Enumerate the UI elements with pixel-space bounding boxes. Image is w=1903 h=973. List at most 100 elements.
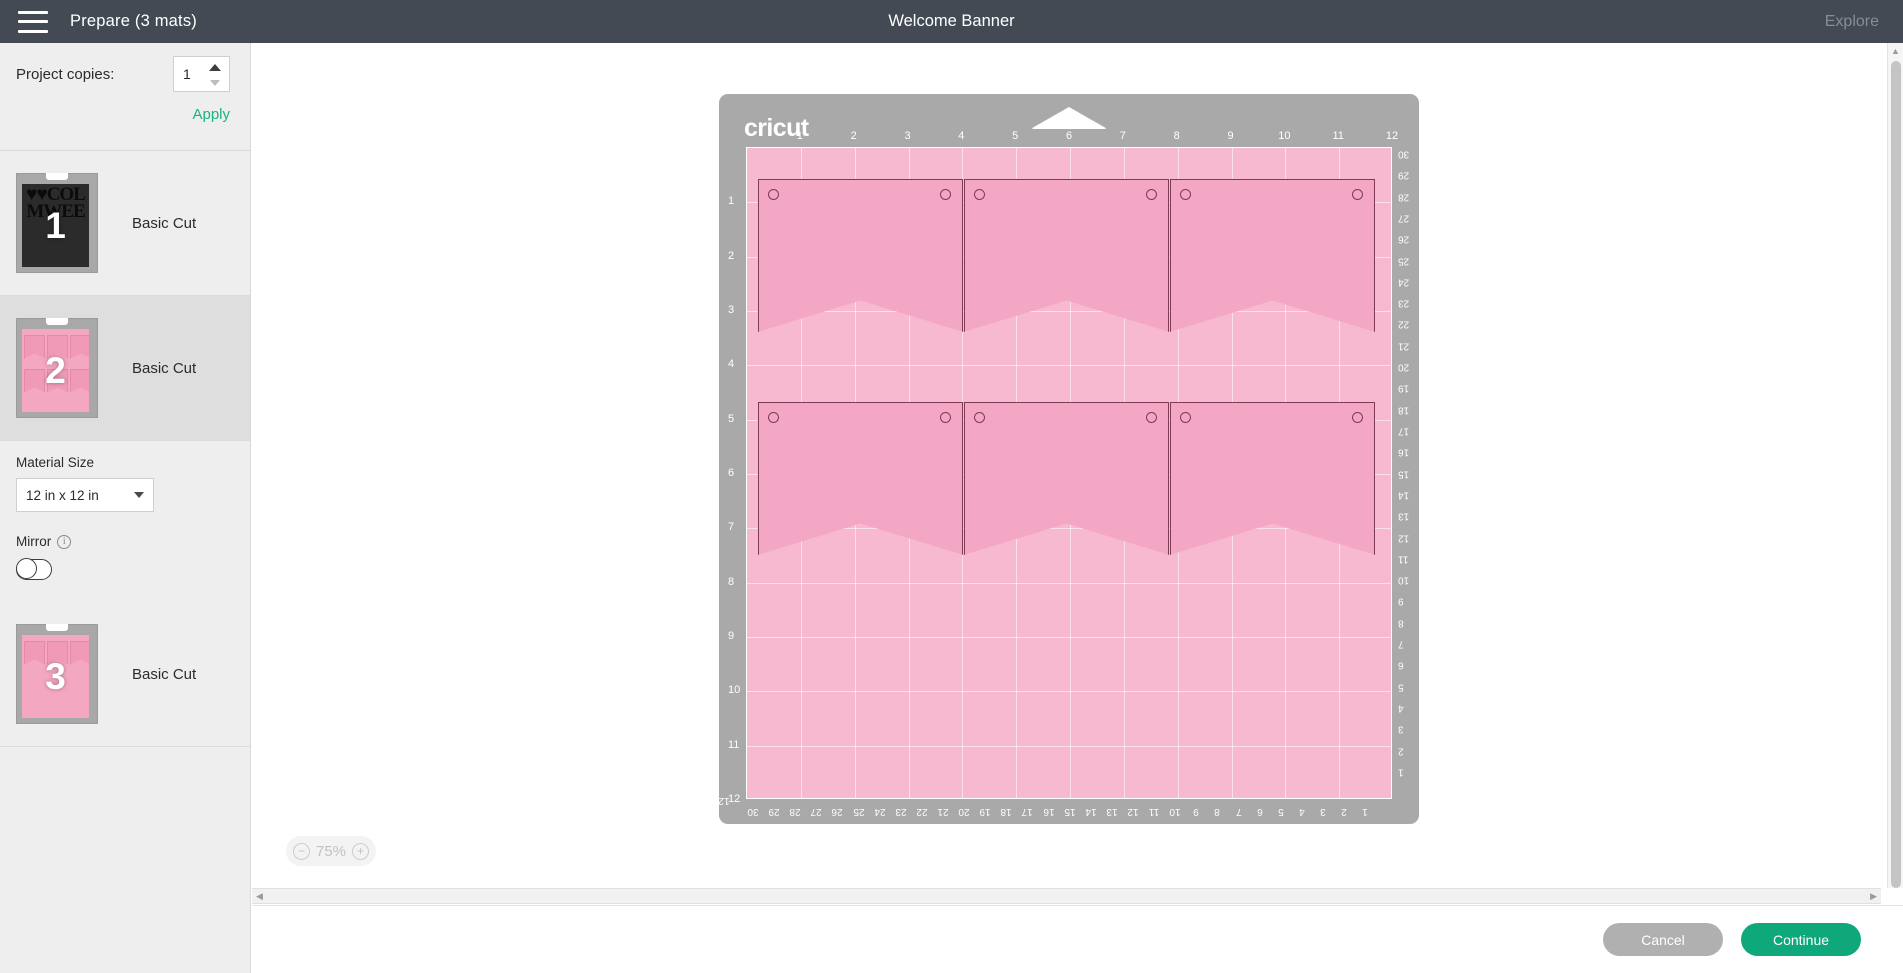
ruler-tick-bottom: 15 [1064,806,1076,817]
mat-list-item-3[interactable]: 3 Basic Cut [0,602,250,747]
sidebar: Project copies: 1 Apply ♥♥COL MWEE 1 Bas… [0,43,251,973]
ruler-tick-bottom: 4 [1299,806,1305,817]
pennant-5-hole-2 [1146,412,1157,423]
mat-list-item-2[interactable]: 2 Basic Cut [0,296,250,441]
ruler-tick-right: 22 [1398,318,1410,330]
mat-thumbnail-1[interactable]: ♥♥COL MWEE 1 [16,173,98,273]
minus-circle-icon[interactable]: − [292,842,310,860]
ruler-tick-top: 5 [1012,130,1019,142]
apply-button[interactable]: Apply [192,106,230,123]
ruler-tick-right: 20 [1398,361,1410,373]
ruler-tick-right: 30 [1398,148,1410,160]
mat-canvas[interactable]: cricut 1 2 3 4 5 6 7 8 9 10 11 12 1 2 3 4 5 6 7 8 9 10 11 12 3… [252,43,1891,888]
material-sheet[interactable] [746,147,1392,799]
mat-label-3: Basic Cut [132,665,197,683]
mat-list-item-1[interactable]: ♥♥COL MWEE 1 Basic Cut [0,151,250,296]
ruler-tick-right: 6 [1398,659,1404,671]
footer-actions: Cancel Continue [252,905,1903,973]
ruler-tick-right: 14 [1398,489,1410,501]
pennant-4-hole-2 [940,412,951,423]
ruler-tick-bottom: 11 [1148,806,1160,817]
scroll-left-icon[interactable]: ◀ [252,891,267,902]
ruler-tick-left: 10 [728,684,741,697]
scroll-thumb[interactable] [1890,61,1901,888]
chevron-down-icon[interactable] [210,79,220,86]
mat-number-2: 2 [45,350,66,391]
cutting-mat[interactable]: cricut 1 2 3 4 5 6 7 8 9 10 11 12 1 2 3 4 5 6 7 8 9 10 11 12 3… [718,94,1419,824]
horizontal-scrollbar[interactable]: ◀ ▶ [252,888,1881,904]
ruler-tick-bottom: 27 [810,806,822,817]
pennant-4[interactable] [758,402,963,555]
ruler-tick-bottom: 2 [1341,806,1347,817]
project-copies-value[interactable]: 1 [174,66,191,82]
mat-tab-shape [46,173,68,180]
toggle-knob [16,558,37,580]
ruler-tick-bottom: 19 [979,806,991,817]
vertical-scrollbar[interactable]: ▲ [1887,43,1903,888]
ruler-tick-bottom: 29 [768,806,780,817]
mirror-toggle[interactable] [16,558,52,580]
pennant-2[interactable] [964,179,1169,332]
pennant-3-hole-2 [1352,189,1363,200]
mat-thumbnail-2[interactable]: 2 [16,318,98,418]
continue-button[interactable]: Continue [1741,923,1861,956]
material-options: Material Size 12 in x 12 in Mirror i [0,441,250,603]
ruler-tick-bottom: 7 [1235,806,1242,817]
mat-thumbnail-3[interactable]: 3 [16,624,98,724]
ruler-tick-right: 13 [1398,510,1410,522]
ruler-tick-right: 21 [1398,340,1410,352]
plus-circle-icon[interactable]: + [352,842,370,860]
info-icon[interactable]: i [57,534,72,549]
cancel-button[interactable]: Cancel [1603,923,1723,956]
ruler-tick-top: 9 [1227,130,1234,142]
ruler-tick-right: 3 [1398,723,1404,735]
ruler-tick-bottom: 8 [1214,806,1221,817]
ruler-tick-right: 26 [1398,233,1410,245]
chevron-up-icon[interactable] [209,64,221,72]
ruler-tick-top: 6 [1065,130,1073,142]
ruler-tick-left: 8 [728,575,735,588]
ruler-tick-left: 4 [728,358,735,371]
ruler-tick-right: 4 [1398,702,1404,714]
ruler-tick-bottom: 1 [1362,806,1368,817]
scroll-up-icon[interactable]: ▲ [1891,43,1900,59]
ruler-tick-top: 4 [958,130,965,142]
project-copies-row: Project copies: 1 [0,43,250,106]
pennant-6[interactable] [1170,402,1375,555]
material-size-label: Material Size [16,455,95,470]
pennant-5[interactable] [964,402,1169,555]
pennant-1-hole-1 [768,189,779,200]
ruler-tick-left: 9 [728,630,735,642]
ruler-tick-bottom: 17 [1021,806,1033,817]
pennant-5-hole-1 [974,412,985,423]
zoom-control[interactable]: − 75% + [286,836,376,866]
ruler-tick-left: 3 [728,304,735,316]
explore-link[interactable]: Explore [1825,0,1879,43]
ruler-tick-right: 5 [1398,681,1404,693]
pennant-2-hole-2 [1146,189,1157,200]
ruler-tick-bottom: 28 [789,806,801,817]
ruler-tick-bottom: 12 [1127,806,1139,817]
ruler-tick-right: 9 [1398,595,1404,607]
apply-row: Apply [0,106,250,140]
ruler-tick-bottom: 10 [1169,806,1181,817]
ruler-tick-right: 25 [1398,255,1410,267]
chevron-down-icon [134,492,144,498]
ruler-tick-bottom: 18 [1000,806,1012,817]
project-name: Welcome Banner [888,12,1015,30]
project-copies-label: Project copies: [16,66,115,83]
ruler-tick-left: 5 [728,412,735,425]
ruler-tick-bottom: 3 [1320,806,1326,817]
hamburger-menu-icon[interactable] [18,10,48,33]
ruler-tick-right: 1 [1398,766,1404,778]
material-size-select[interactable]: 12 in x 12 in [16,478,154,512]
pennant-1[interactable] [758,179,963,332]
ruler-tick-right: 10 [1398,574,1410,586]
scroll-right-icon[interactable]: ▶ [1866,891,1881,902]
mirror-label: Mirror [16,534,52,549]
ruler-tick-bottom: 20 [958,806,970,817]
ruler-tick-top: 7 [1119,130,1126,142]
project-copies-stepper[interactable]: 1 [173,56,230,92]
mat-number-1: 1 [45,205,66,246]
pennant-3[interactable] [1170,179,1375,332]
